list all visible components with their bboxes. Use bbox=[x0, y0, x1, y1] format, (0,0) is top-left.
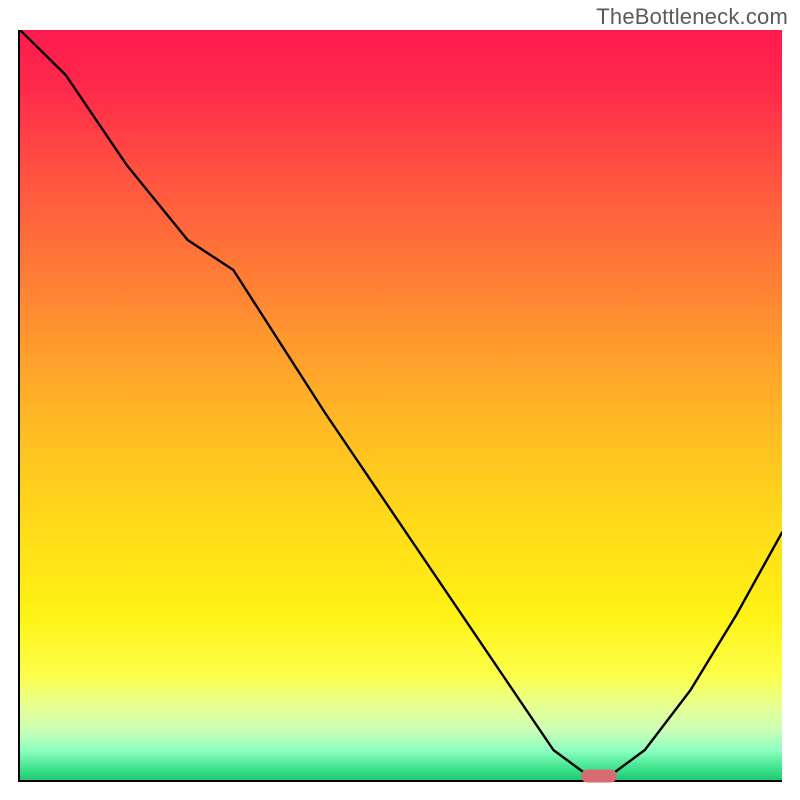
chart-container: TheBottleneck.com bbox=[0, 0, 800, 800]
watermark-text: TheBottleneck.com bbox=[596, 4, 788, 30]
gradient-background bbox=[20, 30, 782, 780]
plot-area bbox=[18, 30, 782, 782]
optimal-marker bbox=[581, 769, 617, 782]
